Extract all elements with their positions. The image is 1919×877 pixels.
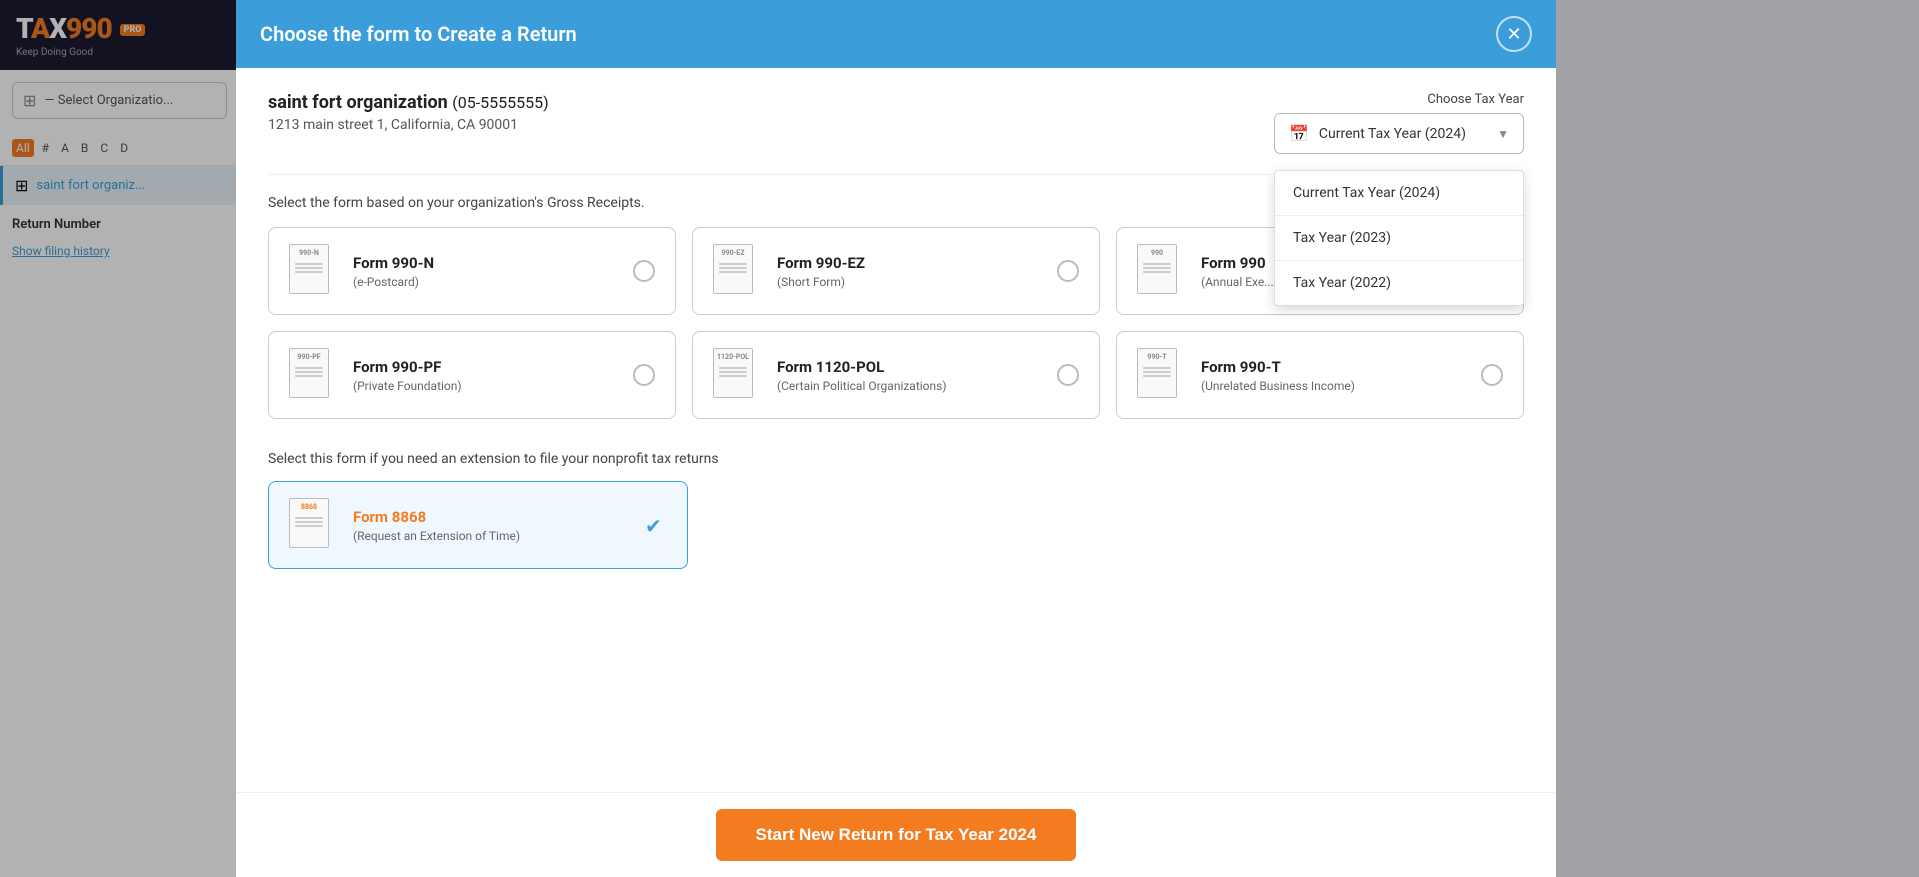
org-name: saint fort organization (05-5555555): [268, 92, 549, 113]
form-info-990t: Form 990-T (Unrelated Business Income): [1201, 358, 1467, 393]
form-info-990ez: Form 990-EZ (Short Form): [777, 254, 1043, 289]
form-desc-990ez: (Short Form): [777, 275, 1043, 289]
form-card-8868[interactable]: 8868 Form 8868 (Request an Extension of …: [268, 481, 688, 569]
modal-header: Choose the form to Create a Return ✕: [236, 0, 1556, 68]
form-card-990n[interactable]: 990-N Form 990-N (e-Postcard): [268, 227, 676, 315]
org-info-left: saint fort organization (05-5555555) 121…: [268, 92, 549, 133]
start-return-button[interactable]: Start New Return for Tax Year 2024: [716, 809, 1077, 861]
form-icon-990pf: 990-PF: [289, 348, 339, 402]
chevron-down-icon: ▼: [1497, 127, 1509, 141]
form-radio-990n[interactable]: [633, 260, 655, 282]
modal-title: Choose the form to Create a Return: [260, 22, 577, 46]
form-name-8868: Form 8868: [353, 508, 631, 526]
form-info-990n: Form 990-N (e-Postcard): [353, 254, 619, 289]
form-info-990pf: Form 990-PF (Private Foundation): [353, 358, 619, 393]
form-icon-990: 990: [1137, 244, 1187, 298]
form-radio-990ez[interactable]: [1057, 260, 1079, 282]
form-check-8868: ✔: [645, 514, 667, 536]
modal-body: saint fort organization (05-5555555) 121…: [236, 68, 1556, 792]
org-address: 1213 main street 1, California, CA 90001: [268, 117, 549, 133]
modal-close-button[interactable]: ✕: [1496, 16, 1532, 52]
form-icon-990n: 990-N: [289, 244, 339, 298]
dropdown-option-2022[interactable]: Tax Year (2022): [1275, 260, 1523, 305]
form-info-1120pol: Form 1120-POL (Certain Political Organiz…: [777, 358, 1043, 393]
selected-tax-year-value: Current Tax Year (2024): [1319, 126, 1466, 142]
form-name-990t: Form 990-T: [1201, 358, 1467, 376]
form-card-990pf[interactable]: 990-PF Form 990-PF (Private Foundation): [268, 331, 676, 419]
modal-footer: Start New Return for Tax Year 2024: [236, 792, 1556, 877]
form-desc-1120pol: (Certain Political Organizations): [777, 379, 1043, 393]
form-icon-990ez: 990-EZ: [713, 244, 763, 298]
form-icon-990t: 990-T: [1137, 348, 1187, 402]
form-desc-990t: (Unrelated Business Income): [1201, 379, 1467, 393]
extension-section-label: Select this form if you need an extensio…: [268, 451, 1524, 467]
form-desc-8868: (Request an Extension of Time): [353, 529, 631, 543]
form-name-990pf: Form 990-PF: [353, 358, 619, 376]
form-name-1120pol: Form 1120-POL: [777, 358, 1043, 376]
dropdown-option-2023[interactable]: Tax Year (2023): [1275, 215, 1523, 260]
form-name-990ez: Form 990-EZ: [777, 254, 1043, 272]
tax-year-dropdown: Current Tax Year (2024) Tax Year (2023) …: [1274, 170, 1524, 306]
form-radio-990t[interactable]: [1481, 364, 1503, 386]
form-radio-1120pol[interactable]: [1057, 364, 1079, 386]
form-icon-1120pol: 1120-POL: [713, 348, 763, 402]
form-icon-8868: 8868: [289, 498, 339, 552]
dropdown-option-2024[interactable]: Current Tax Year (2024): [1275, 171, 1523, 215]
form-radio-990pf[interactable]: [633, 364, 655, 386]
form-info-8868: Form 8868 (Request an Extension of Time): [353, 508, 631, 543]
org-info-row: saint fort organization (05-5555555) 121…: [268, 92, 1524, 154]
form-name-990n: Form 990-N: [353, 254, 619, 272]
calendar-icon: 📅: [1289, 124, 1309, 143]
tax-year-section: Choose Tax Year 📅 Current Tax Year (2024…: [1274, 92, 1524, 154]
form-desc-990n: (e-Postcard): [353, 275, 619, 289]
extension-card-wrapper: 8868 Form 8868 (Request an Extension of …: [268, 481, 688, 569]
choose-tax-year-label: Choose Tax Year: [1427, 92, 1524, 107]
form-card-990t[interactable]: 990-T Form 990-T (Unrelated Business Inc…: [1116, 331, 1524, 419]
form-desc-990pf: (Private Foundation): [353, 379, 619, 393]
create-return-modal: Choose the form to Create a Return ✕ sai…: [236, 0, 1556, 877]
tax-year-select[interactable]: 📅 Current Tax Year (2024) ▼: [1274, 113, 1524, 154]
form-card-990ez[interactable]: 990-EZ Form 990-EZ (Short Form): [692, 227, 1100, 315]
form-card-1120pol[interactable]: 1120-POL Form 1120-POL (Certain Politica…: [692, 331, 1100, 419]
